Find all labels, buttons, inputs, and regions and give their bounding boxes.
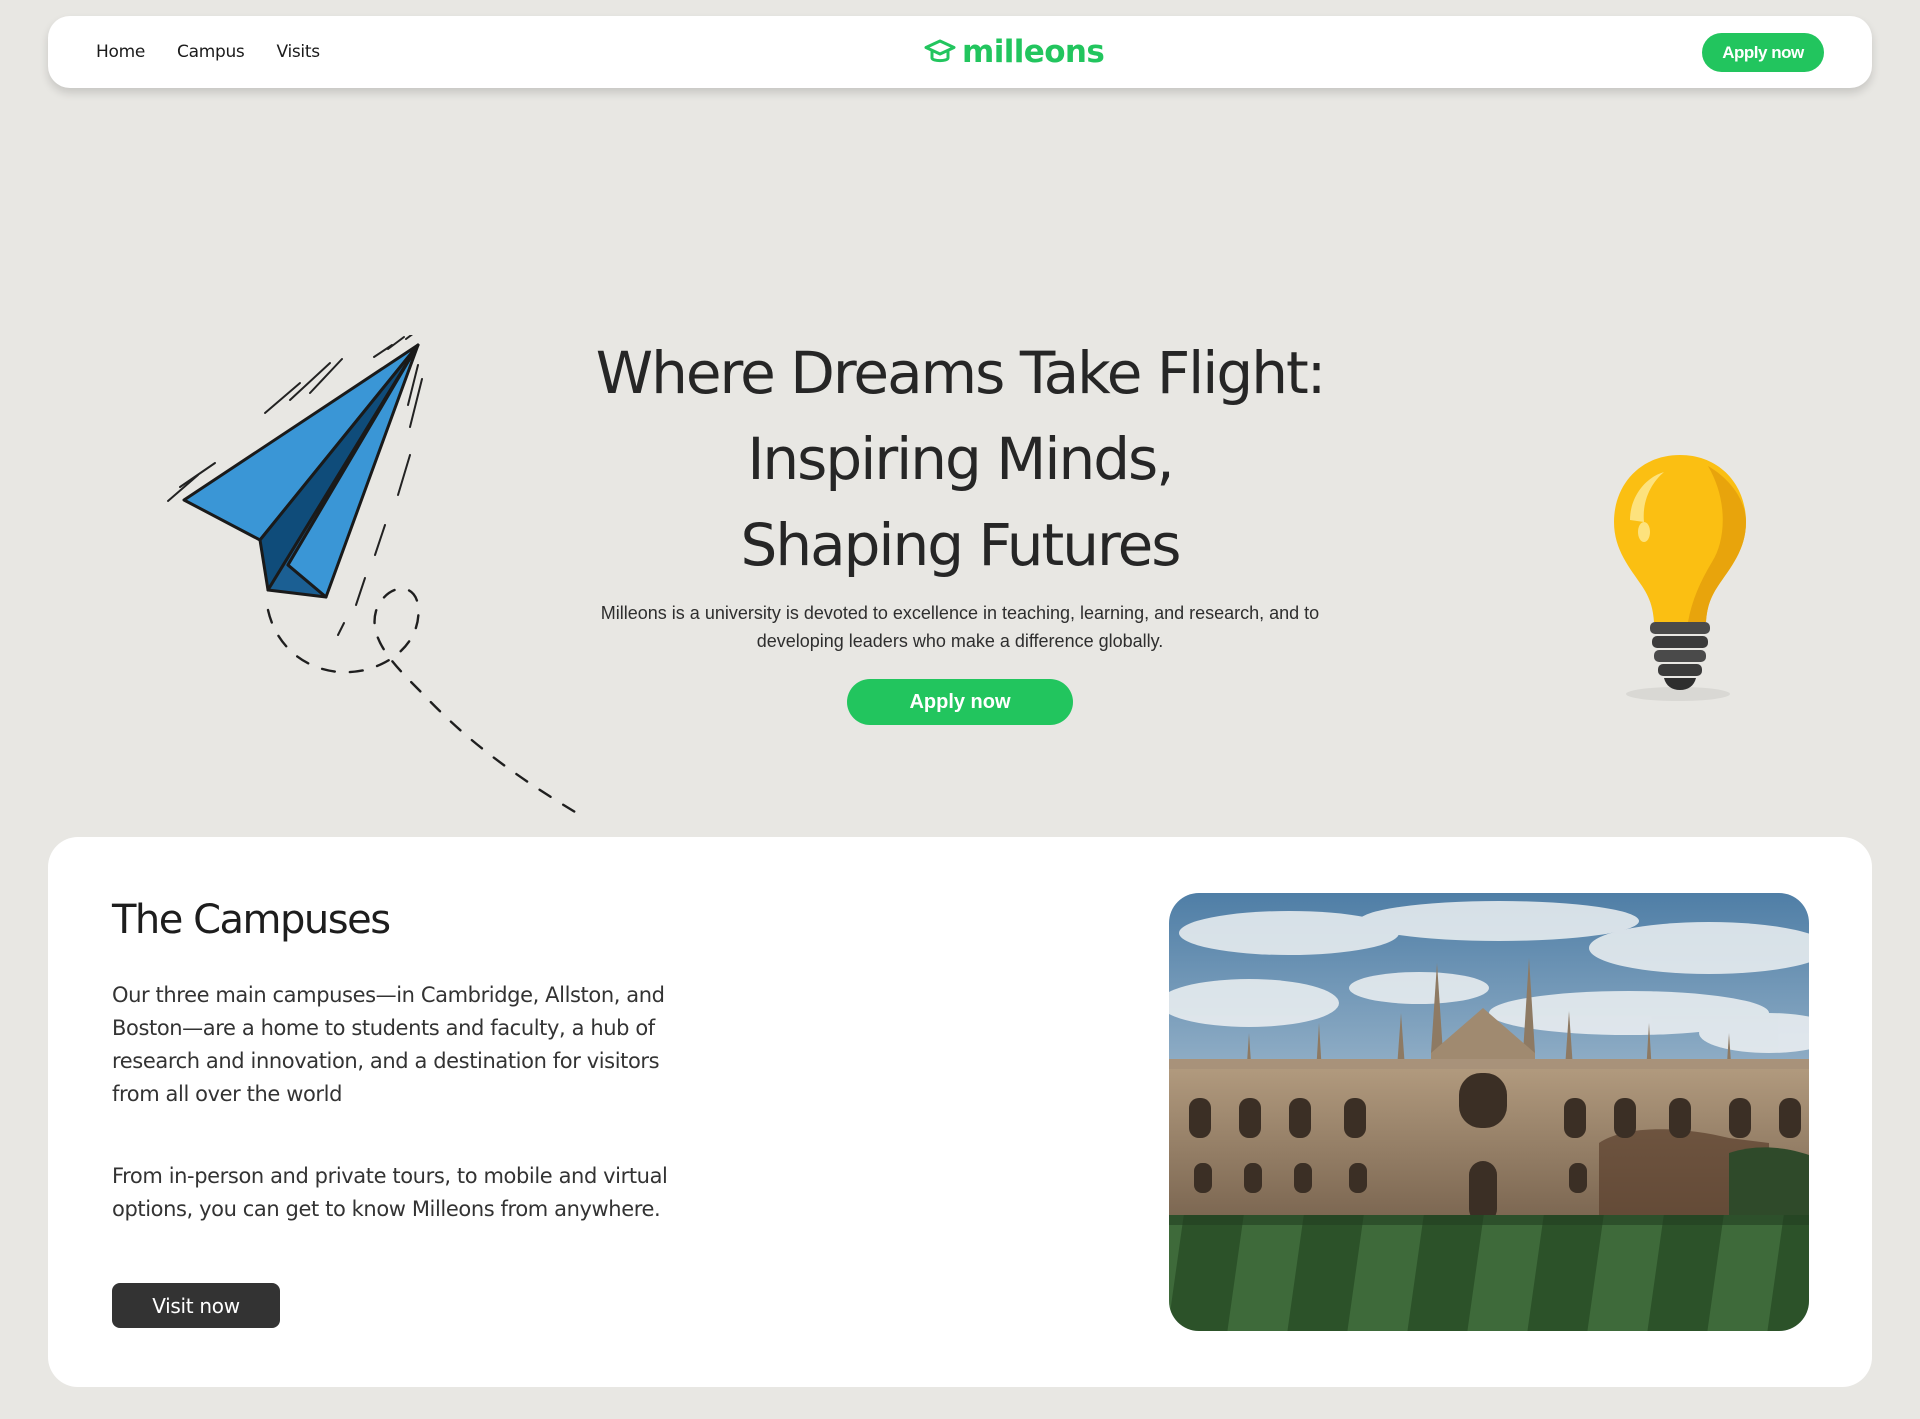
visit-now-button[interactable]: Visit now: [112, 1283, 280, 1328]
campus-section: The Campuses Our three main campuses—in …: [48, 837, 1872, 1387]
nav-links: Home Campus Visits: [96, 16, 320, 88]
top-navbar: Home Campus Visits milleons Apply now: [48, 16, 1872, 88]
logo-text: milleons: [962, 34, 1105, 70]
hero-title-line-3: Shaping Futures: [740, 511, 1182, 579]
hero-title-line-2: Inspiring Minds,: [747, 425, 1174, 493]
hero-title-line-1: Where Dreams Take Flight:: [595, 339, 1327, 407]
graduation-cap-icon: [924, 39, 956, 63]
nav-apply-button[interactable]: Apply now: [1702, 33, 1824, 72]
nav-link-home[interactable]: Home: [96, 42, 145, 62]
nav-link-visits[interactable]: Visits: [277, 42, 321, 62]
hero-apply-button[interactable]: Apply now: [847, 679, 1073, 725]
nav-link-campus[interactable]: Campus: [177, 42, 245, 62]
campus-paragraph-2: From in-person and private tours, to mob…: [112, 1164, 668, 1221]
brand-logo[interactable]: milleons: [924, 16, 1105, 88]
campus-title: The Campuses: [112, 897, 391, 943]
hero-title: Where Dreams Take Flight: Inspiring Mind…: [460, 330, 1460, 588]
campus-building-photo: [1169, 893, 1809, 1331]
hero-description: Milleons is a university is devoted to e…: [600, 603, 1320, 651]
campus-paragraph-1: Our three main campuses—in Cambridge, Al…: [112, 983, 665, 1106]
light-bulb-icon: [1614, 455, 1746, 701]
